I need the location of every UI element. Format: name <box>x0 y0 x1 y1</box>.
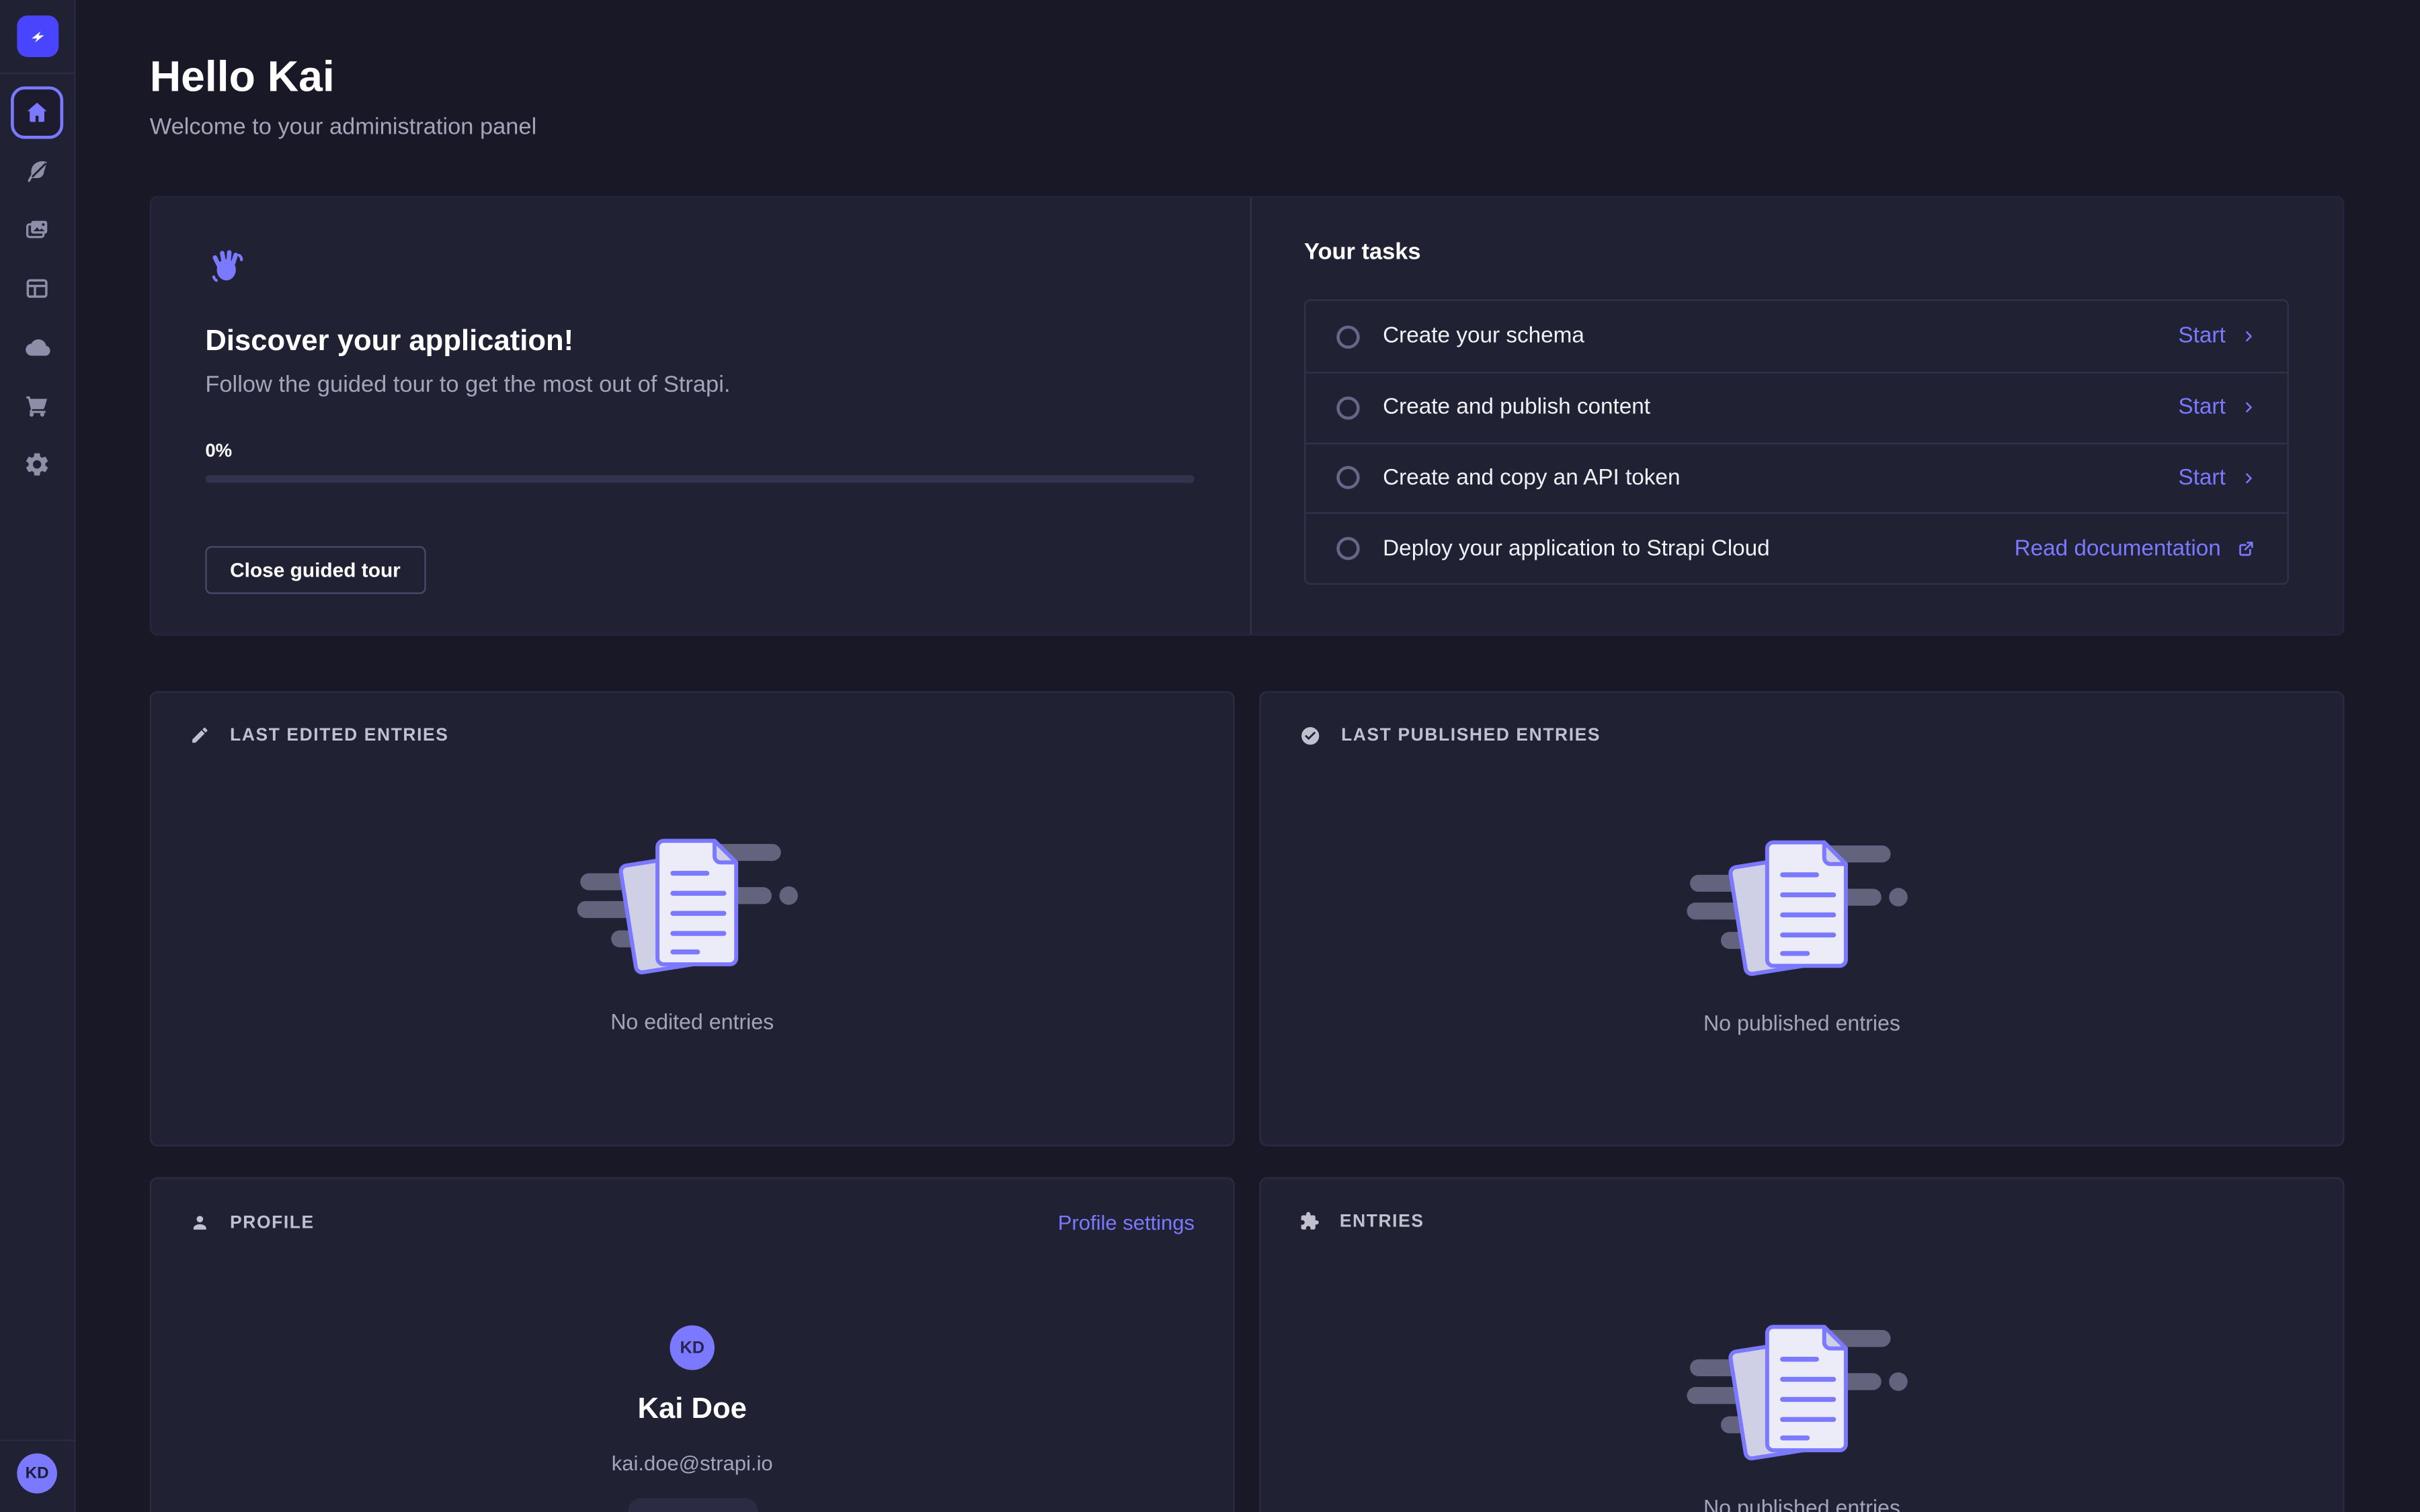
entries-card: ENTRIES No published entries <box>1259 1177 2344 1512</box>
empty-state-text: No published entries <box>1703 1011 1900 1036</box>
profile-role-badge <box>627 1499 757 1512</box>
sidebar-item-content-type-builder[interactable] <box>11 262 63 314</box>
profile-card: PROFILE Profile settings KD Kai Doe kai.… <box>150 1177 1235 1512</box>
external-link-icon <box>2236 538 2257 558</box>
sidebar-divider <box>0 73 75 74</box>
tour-progress-label: 0% <box>205 440 1195 462</box>
task-action-label: Start <box>2178 466 2225 491</box>
pencil-icon <box>190 726 210 746</box>
task-label: Create and copy an API token <box>1383 466 2155 491</box>
tasks-list: Create your schema Start Create and publ… <box>1304 300 2289 585</box>
profile-settings-link[interactable]: Profile settings <box>1058 1212 1195 1234</box>
strapi-logo-icon <box>26 25 48 48</box>
page-subtitle: Welcome to your administration panel <box>150 114 2345 140</box>
task-row-api-token: Create and copy an API token Start <box>1305 442 2287 513</box>
task-action-label: Start <box>2178 324 2225 349</box>
task-start-link[interactable]: Start <box>2178 395 2256 420</box>
media-library-icon <box>23 216 50 243</box>
profile-email: kai.doe@strapi.io <box>612 1452 773 1475</box>
empty-state-text: No published entries <box>1703 1495 1900 1512</box>
task-status-circle-icon <box>1336 466 1359 489</box>
tour-progress-bar <box>205 476 1195 483</box>
card-title: PROFILE <box>230 1214 315 1232</box>
close-guided-tour-button[interactable]: Close guided tour <box>205 546 425 594</box>
task-read-documentation-link[interactable]: Read documentation <box>2015 536 2257 561</box>
card-title: ENTRIES <box>1340 1212 1424 1231</box>
profile-name: Kai Doe <box>638 1394 747 1428</box>
empty-state-text: No edited entries <box>610 1009 774 1034</box>
marketplace-cart-icon <box>23 392 50 419</box>
user-avatar[interactable]: KD <box>17 1454 57 1494</box>
task-row-publish-content: Create and publish content Start <box>1305 372 2287 442</box>
home-icon <box>23 99 50 126</box>
tour-subtitle: Follow the guided tour to get the most o… <box>205 372 1195 398</box>
tour-title: Discover your application! <box>205 326 1195 360</box>
task-status-circle-icon <box>1336 537 1359 560</box>
layout-icon <box>23 275 50 302</box>
main-content: Hello Kai Welcome to your administration… <box>75 0 2419 1512</box>
task-label: Create and publish content <box>1383 395 2155 420</box>
task-row-deploy-cloud: Deploy your application to Strapi Cloud … <box>1305 513 2287 583</box>
profile-avatar: KD <box>670 1326 715 1371</box>
card-title: LAST PUBLISHED ENTRIES <box>1341 727 1601 746</box>
sidebar-footer: KD <box>0 1439 74 1512</box>
your-tasks-card: Your tasks Create your schema Start <box>1252 198 2343 634</box>
task-start-link[interactable]: Start <box>2178 466 2256 491</box>
sidebar-nav <box>11 87 63 491</box>
page-title: Hello Kai <box>150 52 2345 102</box>
tasks-title: Your tasks <box>1304 239 2289 265</box>
cloud-icon <box>22 333 52 362</box>
task-label: Deploy your application to Strapi Cloud <box>1383 536 1991 561</box>
card-title: LAST EDITED ENTRIES <box>230 726 448 745</box>
sidebar-item-settings[interactable] <box>11 438 63 491</box>
empty-documents-illustration <box>1686 824 1917 986</box>
task-action-label: Read documentation <box>2015 536 2221 561</box>
sidebar-item-home[interactable] <box>11 87 63 139</box>
main-navigation-sidebar: KD <box>0 0 75 1512</box>
chevron-right-icon <box>2241 470 2257 486</box>
chevron-right-icon <box>2241 329 2257 344</box>
waving-hand-icon <box>205 244 245 286</box>
puzzle-piece-icon <box>1299 1212 1320 1232</box>
user-avatar-initials: KD <box>26 1464 49 1483</box>
task-status-circle-icon <box>1336 396 1359 419</box>
guided-tour-card: Discover your application! Follow the gu… <box>151 198 1250 634</box>
sidebar-divider <box>0 1439 75 1441</box>
person-icon <box>190 1213 210 1233</box>
sidebar-item-media-library[interactable] <box>11 204 63 256</box>
last-published-entries-card: LAST PUBLISHED ENTRIES No published entr… <box>1259 691 2344 1146</box>
task-row-create-schema: Create your schema Start <box>1305 301 2287 372</box>
task-label: Create your schema <box>1383 324 2155 349</box>
task-action-label: Start <box>2178 395 2225 420</box>
feather-icon <box>23 157 50 185</box>
guided-tour-panel: Discover your application! Follow the gu… <box>150 196 2345 636</box>
chevron-right-icon <box>2241 400 2257 415</box>
task-status-circle-icon <box>1336 325 1359 347</box>
strapi-admin-homepage: KD Hello Kai Welcome to your administrat… <box>0 0 2420 1512</box>
settings-gear-icon <box>23 450 50 478</box>
empty-documents-illustration <box>1686 1308 1917 1470</box>
check-circle-icon <box>1299 726 1321 747</box>
last-edited-entries-card: LAST EDITED ENTRIES No edited entries <box>150 691 1235 1146</box>
task-start-link[interactable]: Start <box>2178 324 2256 349</box>
widgets-grid: LAST EDITED ENTRIES No edited entries <box>150 691 2345 1512</box>
sidebar-item-content-manager[interactable] <box>11 145 63 198</box>
sidebar-item-marketplace[interactable] <box>11 380 63 432</box>
strapi-logo[interactable] <box>16 15 58 57</box>
sidebar-item-cloud[interactable] <box>11 321 63 374</box>
empty-documents-illustration <box>577 823 808 984</box>
profile-avatar-initials: KD <box>680 1339 704 1357</box>
